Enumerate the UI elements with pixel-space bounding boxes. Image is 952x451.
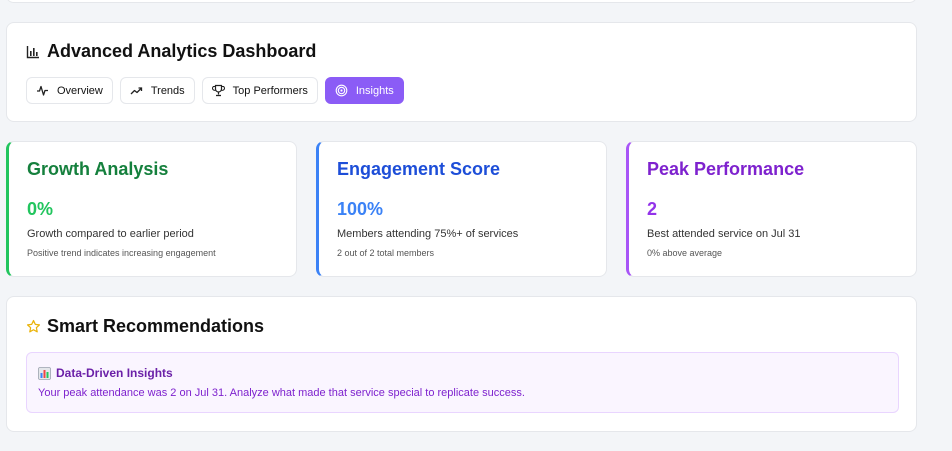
bar-chart-icon: [26, 45, 39, 58]
card-value: 2: [647, 199, 658, 219]
dashboard-heading: Advanced Analytics Dashboard: [26, 41, 316, 62]
tab-insights[interactable]: Insights: [324, 77, 404, 104]
insight-callout: Data-Driven Insights Your peak attendanc…: [26, 352, 899, 413]
chart-emoji-icon: [38, 366, 51, 380]
target-icon: [335, 84, 348, 97]
section-title: Smart Recommendations: [47, 316, 265, 336]
tab-trends[interactable]: Trends: [119, 77, 195, 104]
card-value: 100%: [337, 199, 384, 219]
card-note: 0% above average: [647, 248, 723, 258]
card-description: Best attended service on Jul 31: [647, 228, 801, 240]
growth-analysis-card: Growth Analysis 0% Growth compared to ea…: [6, 141, 297, 277]
insight-heading-text: Data-Driven Insights: [56, 366, 173, 380]
dashboard-tabs: Overview Trends Top Performers Insights: [26, 77, 404, 104]
trophy-icon: [211, 84, 225, 97]
tab-overview[interactable]: Overview: [26, 77, 113, 104]
tab-label: Top Performers: [232, 84, 308, 97]
card-value: 0%: [27, 199, 54, 219]
card-title: Growth Analysis: [27, 159, 169, 179]
tab-label: Trends: [150, 84, 185, 97]
analytics-dashboard-card: Advanced Analytics Dashboard Overview Tr…: [6, 22, 917, 122]
activity-icon: [37, 85, 48, 96]
tab-label: Overview: [57, 84, 103, 97]
previous-card-edge: [6, 0, 917, 3]
peak-performance-card: Peak Performance 2 Best attended service…: [626, 141, 917, 277]
insight-heading: Data-Driven Insights: [38, 366, 173, 380]
recommendations-heading: Smart Recommendations: [26, 316, 264, 337]
card-note: 2 out of 2 total members: [337, 248, 435, 258]
card-description: Members attending 75%+ of services: [337, 228, 519, 240]
trending-up-icon: [130, 87, 142, 95]
smart-recommendations-card: Smart Recommendations Data-Driven Insigh…: [6, 296, 917, 432]
engagement-score-card: Engagement Score 100% Members attending …: [316, 141, 607, 277]
card-description: Growth compared to earlier period: [27, 228, 194, 240]
tab-label: Insights: [355, 84, 394, 97]
tab-top-performers[interactable]: Top Performers: [201, 77, 318, 104]
card-title: Peak Performance: [647, 159, 805, 179]
insight-text: Your peak attendance was 2 on Jul 31. An…: [38, 387, 525, 399]
card-title: Engagement Score: [337, 159, 501, 179]
page-title: Advanced Analytics Dashboard: [47, 41, 317, 61]
star-icon: [26, 319, 41, 333]
card-note: Positive trend indicates increasing enga…: [27, 248, 216, 258]
